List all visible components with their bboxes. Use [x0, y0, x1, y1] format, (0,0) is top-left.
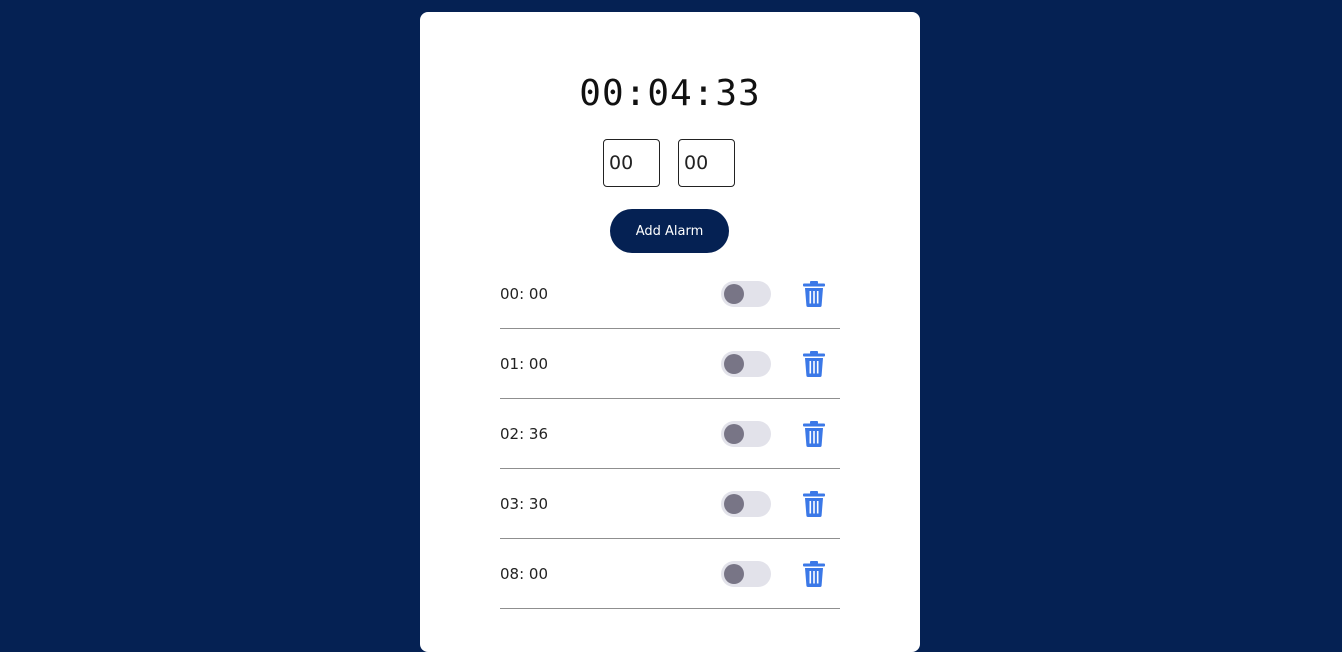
alarm-toggle[interactable]	[721, 351, 771, 377]
current-time-display: 00:04:33	[579, 73, 761, 114]
trash-icon[interactable]	[803, 491, 825, 517]
alarm-list: 00: 00 01: 00 02: 36 03: 30 08: 00	[500, 259, 840, 609]
alarm-row: 01: 00	[500, 329, 840, 399]
hour-input[interactable]	[603, 139, 660, 187]
add-alarm-button[interactable]: Add Alarm	[610, 209, 729, 253]
alarm-row: 00: 00	[500, 259, 840, 329]
alarm-time: 01: 00	[500, 355, 548, 373]
alarm-time: 02: 36	[500, 425, 548, 443]
alarm-toggle[interactable]	[721, 491, 771, 517]
toggle-knob	[724, 354, 744, 374]
toggle-knob	[724, 424, 744, 444]
alarm-toggle[interactable]	[721, 561, 771, 587]
alarm-time: 00: 00	[500, 285, 548, 303]
alarm-toggle[interactable]	[721, 421, 771, 447]
alarm-time: 08: 00	[500, 565, 548, 583]
trash-icon[interactable]	[803, 351, 825, 377]
alarm-row: 03: 30	[500, 469, 840, 539]
alarm-row: 08: 00	[500, 539, 840, 609]
toggle-knob	[724, 564, 744, 584]
trash-icon[interactable]	[803, 421, 825, 447]
trash-icon[interactable]	[803, 281, 825, 307]
toggle-knob	[724, 494, 744, 514]
trash-icon[interactable]	[803, 561, 825, 587]
minute-input[interactable]	[678, 139, 735, 187]
alarm-toggle[interactable]	[721, 281, 771, 307]
toggle-knob	[724, 284, 744, 304]
alarm-time: 03: 30	[500, 495, 548, 513]
alarm-card: 00:04:33 Add Alarm 00: 00 01: 00 02: 36	[420, 12, 920, 652]
alarm-row: 02: 36	[500, 399, 840, 469]
